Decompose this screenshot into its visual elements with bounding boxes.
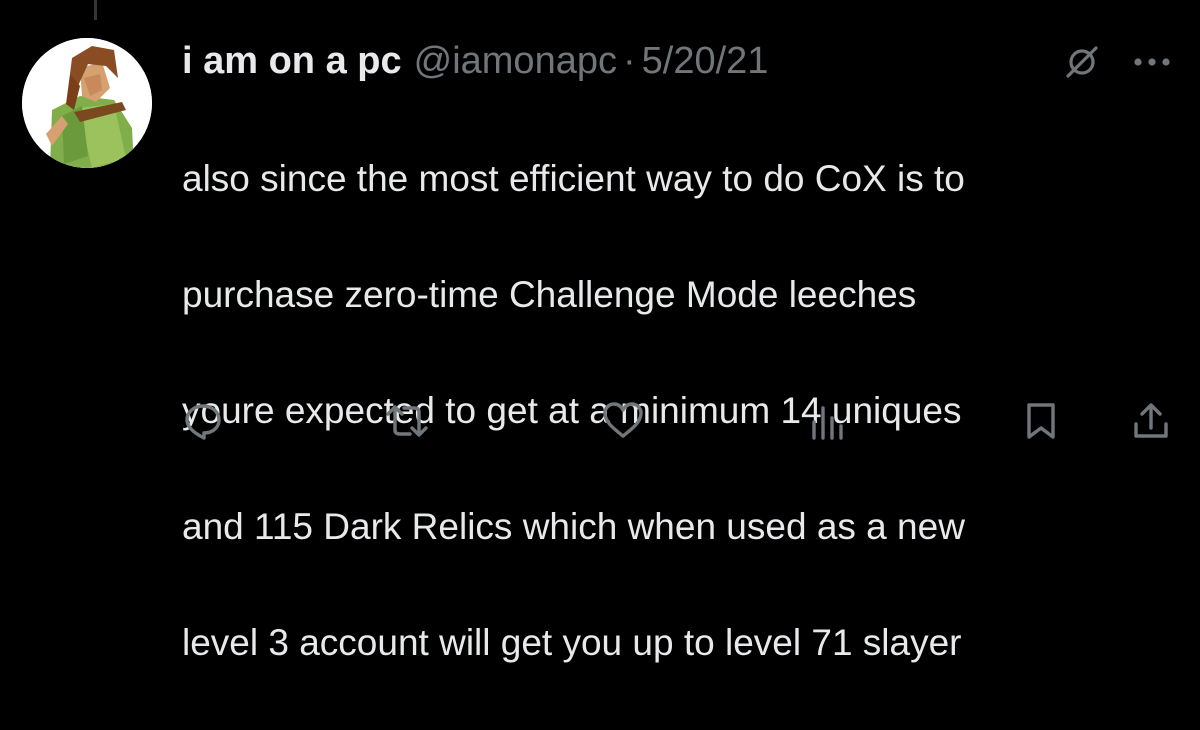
reply-icon <box>185 404 221 440</box>
display-name[interactable]: i am on a pc <box>182 40 402 83</box>
like-icon <box>603 402 643 438</box>
share-icon <box>1134 403 1168 438</box>
tweet-text-line: also since the most efficient way to do … <box>182 158 965 199</box>
tweet-text-line: level 3 account will get you up to level… <box>182 622 962 663</box>
views-icon <box>812 406 843 440</box>
tweet-actions <box>180 398 1174 444</box>
thread-connector-line <box>94 0 97 20</box>
header-actions <box>1062 42 1172 82</box>
user-handle[interactable]: @iamonapc <box>414 40 617 83</box>
share-button[interactable] <box>1128 398 1174 444</box>
separator-dot: · <box>622 39 636 82</box>
retweet-icon <box>386 405 428 437</box>
retweet-button[interactable] <box>384 398 430 444</box>
tweet-date[interactable]: 5/20/21 <box>642 40 769 83</box>
more-icon[interactable] <box>1132 56 1172 68</box>
avatar-image <box>22 38 152 168</box>
views-button[interactable] <box>804 398 850 444</box>
grok-icon[interactable] <box>1062 42 1102 82</box>
reply-button[interactable] <box>180 398 226 444</box>
avatar[interactable] <box>22 38 152 168</box>
tweet-header: i am on a pc @iamonapc · 5/20/21 <box>182 36 768 86</box>
like-button[interactable] <box>600 398 646 444</box>
tweet-text-line: and 115 Dark Relics which when used as a… <box>182 506 965 547</box>
bookmark-icon <box>1027 403 1055 439</box>
bookmark-button[interactable] <box>1018 398 1064 444</box>
tweet-text-line: purchase zero-time Challenge Mode leeche… <box>182 274 917 315</box>
